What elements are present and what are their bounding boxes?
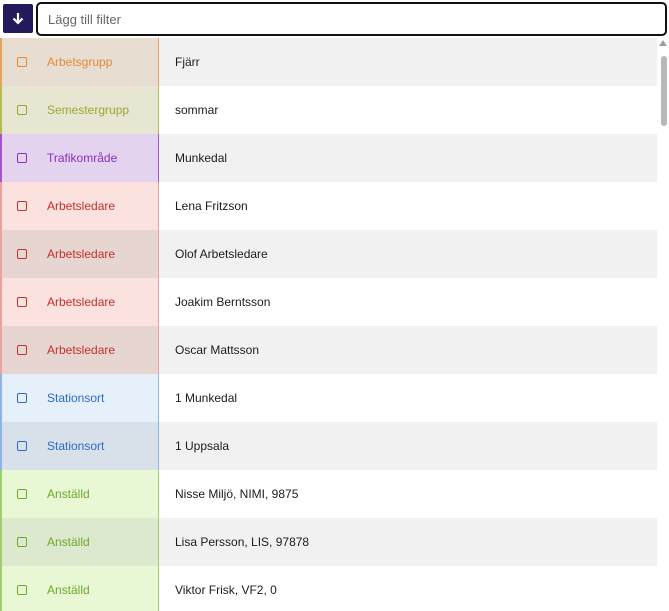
list-item[interactable]: Anställd Nisse Miljö, NIMI, 9875 xyxy=(0,470,657,518)
row-accent xyxy=(0,326,2,374)
filter-value-label: Joakim Berntsson xyxy=(175,295,271,309)
filter-value-label: Olof Arbetsledare xyxy=(175,247,268,261)
list-item[interactable]: Anställd Lisa Persson, LIS, 97878 xyxy=(0,518,657,566)
filter-type-cell: Anställd xyxy=(0,566,159,611)
filter-value-label: Fjärr xyxy=(175,55,200,69)
row-accent xyxy=(0,518,2,566)
row-accent xyxy=(0,134,2,182)
filter-input[interactable] xyxy=(36,2,667,36)
checkbox[interactable] xyxy=(17,441,27,451)
filter-type-label: Arbetsledare xyxy=(47,247,116,261)
filter-type-cell: Anställd xyxy=(0,518,159,566)
filter-type-cell: Anställd xyxy=(0,470,159,518)
row-accent xyxy=(0,422,2,470)
checkbox[interactable] xyxy=(17,57,27,67)
filter-type-label: Arbetsledare xyxy=(47,343,116,357)
list-item[interactable]: Arbetsledare Oscar Mattsson xyxy=(0,326,657,374)
filter-value-label: Lena Fritzson xyxy=(175,199,248,213)
filter-type-cell: Arbetsledare xyxy=(0,230,159,278)
filter-value-label: Viktor Frisk, VF2, 0 xyxy=(175,583,277,597)
list-item[interactable]: Arbetsgrupp Fjärr xyxy=(0,38,657,86)
list-item[interactable]: Arbetsledare Joakim Berntsson xyxy=(0,278,657,326)
row-accent xyxy=(0,470,2,518)
checkbox[interactable] xyxy=(17,345,27,355)
filter-value-label: Oscar Mattsson xyxy=(175,343,260,357)
filter-value-label: 1 Uppsala xyxy=(175,439,230,453)
filter-value-label: 1 Munkedal xyxy=(175,391,238,405)
list-item[interactable]: Arbetsledare Lena Fritzson xyxy=(0,182,657,230)
filter-type-label: Semestergrupp xyxy=(47,103,130,117)
filter-type-cell: Stationsort xyxy=(0,374,159,422)
filter-options-list: Arbetsgrupp Fjärr Semestergrupp sommar Trafi… xyxy=(0,38,657,611)
filter-type-label: Anställd xyxy=(47,535,90,549)
row-accent xyxy=(0,182,2,230)
list-item[interactable]: Trafikområde Munkedal xyxy=(0,134,657,182)
filter-type-label: Arbetsledare xyxy=(47,295,116,309)
list-item[interactable]: Semestergrupp sommar xyxy=(0,86,657,134)
scrollbar-thumb[interactable] xyxy=(661,56,667,126)
filter-value-label: Lisa Persson, LIS, 97878 xyxy=(175,535,310,549)
filter-type-cell: Arbetsledare xyxy=(0,278,159,326)
toolbar xyxy=(0,0,669,38)
checkbox[interactable] xyxy=(17,105,27,115)
checkbox[interactable] xyxy=(17,249,27,259)
checkbox[interactable] xyxy=(17,489,27,499)
list-item[interactable]: Arbetsledare Olof Arbetsledare xyxy=(0,230,657,278)
checkbox[interactable] xyxy=(17,201,27,211)
filter-type-cell: Arbetsledare xyxy=(0,182,159,230)
filter-value-label: sommar xyxy=(175,103,219,117)
checkbox[interactable] xyxy=(17,537,27,547)
filter-type-label: Anställd xyxy=(47,583,90,597)
row-accent xyxy=(0,566,2,611)
filter-type-label: Stationsort xyxy=(47,439,105,453)
filter-type-label: Stationsort xyxy=(47,391,105,405)
arrow-down-icon xyxy=(12,13,24,25)
checkbox[interactable] xyxy=(17,153,27,163)
sort-direction-button[interactable] xyxy=(3,4,33,33)
filter-type-cell: Arbetsledare xyxy=(0,326,159,374)
filter-type-cell: Stationsort xyxy=(0,422,159,470)
row-accent xyxy=(0,230,2,278)
row-accent xyxy=(0,86,2,134)
filter-type-label: Anställd xyxy=(47,487,90,501)
list-item[interactable]: Anställd Viktor Frisk, VF2, 0 xyxy=(0,566,657,611)
filter-type-label: Arbetsgrupp xyxy=(47,55,113,69)
scrollbar[interactable] xyxy=(657,38,669,611)
filter-type-cell: Arbetsgrupp xyxy=(0,38,159,86)
filter-type-label: Trafikområde xyxy=(47,151,118,165)
filter-value-label: Nisse Miljö, NIMI, 9875 xyxy=(175,487,299,501)
row-accent xyxy=(0,278,2,326)
filter-type-cell: Trafikområde xyxy=(0,134,159,182)
checkbox[interactable] xyxy=(17,297,27,307)
row-accent xyxy=(0,374,2,422)
filter-type-label: Arbetsledare xyxy=(47,199,116,213)
row-accent xyxy=(0,38,2,86)
list-item[interactable]: Stationsort 1 Uppsala xyxy=(0,422,657,470)
filter-type-cell: Semestergrupp xyxy=(0,86,159,134)
checkbox[interactable] xyxy=(17,585,27,595)
list-item[interactable]: Stationsort 1 Munkedal xyxy=(0,374,657,422)
scroll-up-icon[interactable] xyxy=(659,40,667,46)
filter-value-label: Munkedal xyxy=(175,151,228,165)
checkbox[interactable] xyxy=(17,393,27,403)
